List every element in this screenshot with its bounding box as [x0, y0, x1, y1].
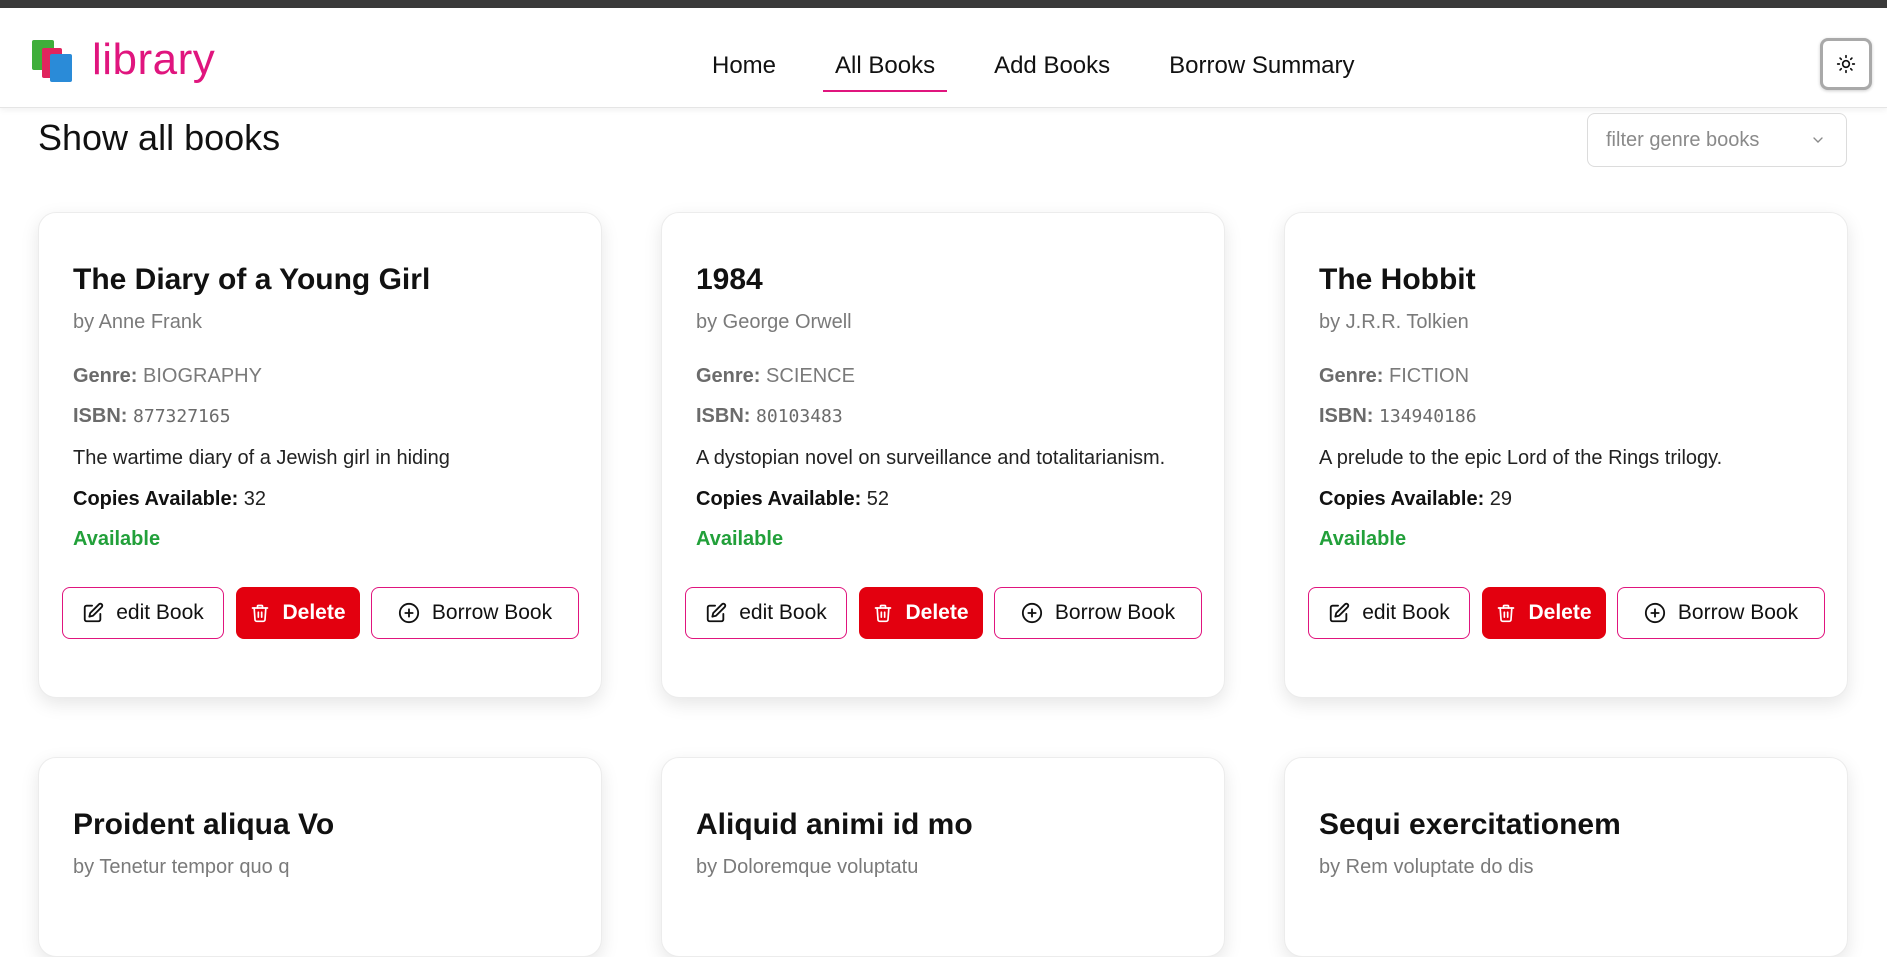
book-author: by George Orwell [696, 311, 852, 333]
edit-icon [84, 602, 104, 623]
trash-icon [1498, 604, 1515, 623]
plus-circle-icon [398, 602, 419, 624]
delete-book-button[interactable]: Delete [859, 587, 983, 639]
delete-book-button[interactable]: Delete [236, 587, 360, 639]
genre-label: Genre: [1319, 365, 1384, 387]
window-top-strip [0, 0, 1887, 8]
book-title: Aliquid animi id mo [696, 808, 973, 841]
book-isbn: ISBN: 80103483 [696, 405, 843, 428]
book-card: 1984 by George Orwell Genre: SCIENCE ISBN: … [661, 212, 1225, 698]
book-card: Sequi exercitationem by Rem voluptate do … [1284, 757, 1848, 957]
book-title: The Diary of a Young Girl [73, 263, 431, 296]
plus-circle-icon [1021, 602, 1042, 624]
isbn-value: 134940186 [1379, 406, 1477, 427]
logo[interactable]: library [30, 38, 215, 82]
book-card: Aliquid animi id mo by Doloremque volupta… [661, 757, 1225, 957]
availability-status: Available [696, 528, 784, 550]
app-name: library [92, 35, 216, 84]
book-copies: Copies Available: 52 [696, 488, 889, 511]
books-icon [30, 38, 76, 82]
theme-toggle-button[interactable] [1820, 38, 1872, 90]
copies-value: 32 [243, 488, 267, 510]
isbn-label: ISBN: [73, 405, 128, 427]
edit-book-label: edit Book [739, 601, 827, 624]
nav-all-books[interactable]: All Books [823, 44, 948, 92]
delete-book-button[interactable]: Delete [1482, 587, 1606, 639]
book-isbn: ISBN: 877327165 [73, 405, 231, 428]
isbn-value: 80103483 [756, 406, 843, 427]
book-description: A prelude to the epic Lord of the Rings … [1319, 447, 1723, 469]
book-genre: Genre: FICTION [1319, 365, 1469, 388]
delete-label: Delete [282, 601, 346, 624]
sun-icon [1836, 54, 1856, 74]
nav-borrow-summary[interactable]: Borrow Summary [1157, 44, 1366, 92]
nav-links: Home All Books Add Books Borrow Summary [700, 44, 1402, 92]
chevron-down-icon [1813, 137, 1823, 143]
trash-icon [252, 604, 269, 623]
borrow-book-button[interactable]: Borrow Book [1617, 587, 1825, 639]
delete-label: Delete [1528, 601, 1592, 624]
book-author: by Anne Frank [73, 311, 202, 333]
page-title: Show all books [38, 117, 281, 158]
book-genre: Genre: BIOGRAPHY [73, 365, 262, 388]
edit-icon [1330, 602, 1350, 623]
genre-label: Genre: [696, 365, 761, 387]
filter-placeholder: filter genre books [1606, 128, 1760, 151]
book-author: by Rem voluptate do dis [1319, 856, 1534, 878]
nav-home[interactable]: Home [700, 44, 788, 92]
book-copies: Copies Available: 29 [1319, 488, 1512, 511]
book-isbn: ISBN: 134940186 [1319, 405, 1477, 428]
borrow-book-button[interactable]: Borrow Book [371, 587, 579, 639]
book-copies: Copies Available: 32 [73, 488, 266, 511]
book-author: by Doloremque voluptatu [696, 856, 919, 878]
genre-filter-select[interactable]: filter genre books [1587, 113, 1847, 167]
genre-label: Genre: [73, 365, 138, 387]
edit-icon [707, 602, 727, 623]
plus-circle-icon [1644, 602, 1665, 624]
edit-book-button[interactable]: edit Book [685, 587, 847, 639]
availability-status: Available [73, 528, 161, 550]
book-title: Proident aliqua Vo [73, 808, 335, 841]
delete-label: Delete [905, 601, 969, 624]
nav-add-books[interactable]: Add Books [982, 44, 1122, 92]
copies-label: Copies Available: [1319, 488, 1485, 510]
book-author: by J.R.R. Tolkien [1319, 311, 1469, 333]
availability-status: Available [1319, 528, 1407, 550]
book-title: Sequi exercitationem [1319, 808, 1621, 841]
navbar: library Home All Books Add Books Borrow … [0, 8, 1887, 108]
isbn-label: ISBN: [696, 405, 751, 427]
borrow-book-label: Borrow Book [431, 601, 553, 624]
book-genre: Genre: SCIENCE [696, 365, 855, 388]
book-card: The Diary of a Young Girl by Anne Frank Ge… [38, 212, 602, 698]
borrow-book-button[interactable]: Borrow Book [994, 587, 1202, 639]
edit-book-button[interactable]: edit Book [62, 587, 224, 639]
copies-value: 52 [866, 488, 890, 510]
edit-book-label: edit Book [116, 601, 204, 624]
genre-value: FICTION [1389, 365, 1470, 387]
isbn-value: 877327165 [133, 406, 231, 427]
copies-label: Copies Available: [696, 488, 862, 510]
book-title: 1984 [696, 263, 763, 296]
book-author: by Tenetur tempor quo q [73, 856, 290, 878]
isbn-label: ISBN: [1319, 405, 1374, 427]
copies-label: Copies Available: [73, 488, 239, 510]
borrow-book-label: Borrow Book [1054, 601, 1176, 624]
edit-book-label: edit Book [1362, 601, 1450, 624]
book-description: The wartime diary of a Jewish girl in hi… [73, 447, 450, 469]
genre-value: SCIENCE [766, 365, 855, 387]
book-card: The Hobbit by J.R.R. Tolkien Genre: FICTIO… [1284, 212, 1848, 698]
genre-value: BIOGRAPHY [143, 365, 262, 387]
book-title: The Hobbit [1319, 263, 1476, 296]
borrow-book-label: Borrow Book [1677, 601, 1799, 624]
book-description: A dystopian novel on surveillance and to… [696, 447, 1166, 469]
edit-book-button[interactable]: edit Book [1308, 587, 1470, 639]
book-card: Proident aliqua Vo by Tenetur tempor quo … [38, 757, 602, 957]
trash-icon [875, 604, 892, 623]
copies-value: 29 [1489, 488, 1513, 510]
